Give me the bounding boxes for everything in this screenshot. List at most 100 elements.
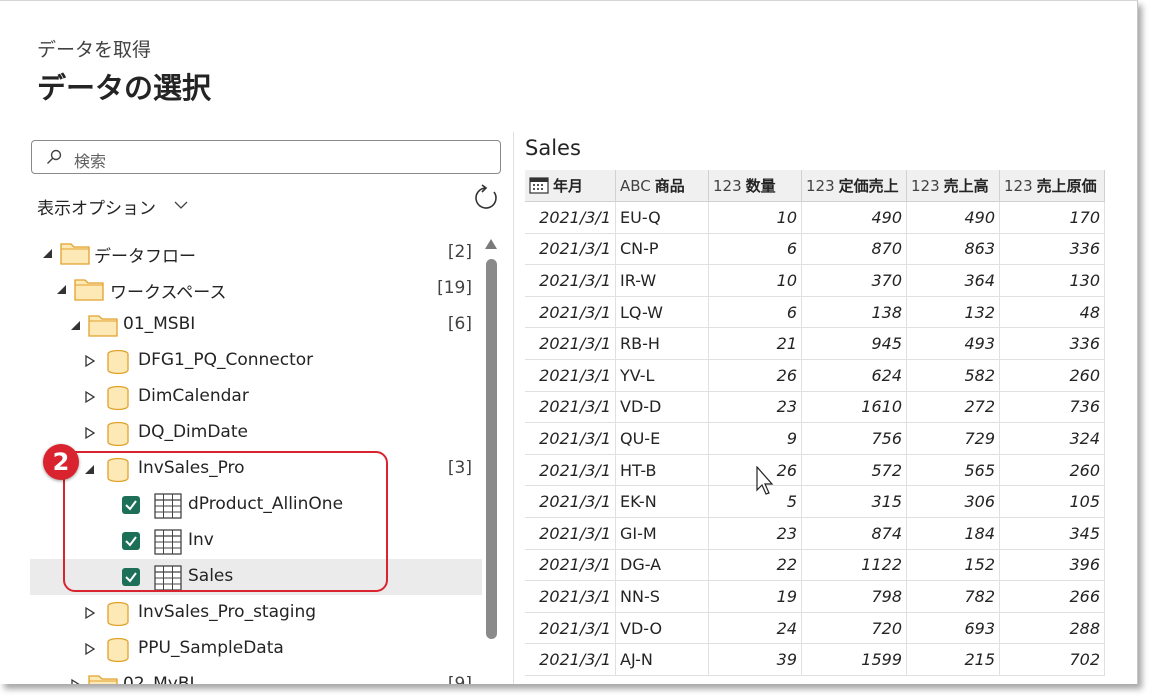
- expanded-caret-icon[interactable]: [70, 318, 82, 332]
- table-cell: 1122: [801, 549, 907, 582]
- table-row: 2021/3/1 LQ-W 6 138 132 48: [525, 296, 1105, 329]
- table-cell: 1599: [801, 643, 907, 676]
- collapsed-caret-icon[interactable]: [84, 354, 96, 368]
- table-cell: 720: [801, 612, 907, 645]
- table-cell: 582: [906, 359, 1000, 392]
- table-cell: 2021/3/1: [525, 391, 616, 424]
- table-cell: 26: [708, 359, 802, 392]
- table-cell: 2021/3/1: [525, 201, 616, 234]
- dialog-window: データを取得 データの選択 検索 表示オプション データフロー [2] ワークスペー…: [0, 0, 1138, 684]
- column-header-label: 商品: [654, 177, 685, 195]
- table-cell: 170: [999, 201, 1105, 234]
- tree-item[interactable]: ワークスペース [19]: [30, 271, 482, 307]
- table-cell: 2021/3/1: [525, 327, 616, 360]
- column-header[interactable]: ABC 商品: [615, 170, 709, 202]
- tree-item[interactable]: InvSales_Pro_staging: [30, 595, 482, 631]
- table-cell: 132: [906, 296, 1000, 329]
- table-cell: 493: [906, 327, 1000, 360]
- table-cell: 624: [801, 359, 907, 392]
- tree-item-count: [6]: [447, 314, 472, 334]
- tree-item[interactable]: DFG1_PQ_Connector: [30, 343, 482, 379]
- expanded-caret-icon[interactable]: [42, 246, 54, 260]
- table-cell: IR-W: [615, 264, 709, 297]
- column-header-label: 売上高: [943, 177, 989, 195]
- table-cell: 23: [708, 517, 802, 550]
- table-cell: 874: [801, 517, 907, 550]
- column-header[interactable]: 123 売上原価: [999, 170, 1105, 202]
- tree-item[interactable]: 02_MyBI [9]: [30, 667, 482, 684]
- table-cell: 2021/3/1: [525, 296, 616, 329]
- table-cell: HT-B: [615, 454, 709, 487]
- tree-item[interactable]: 01_MSBI [6]: [30, 307, 482, 343]
- table-cell: CN-P: [615, 233, 709, 266]
- collapsed-caret-icon[interactable]: [70, 678, 82, 684]
- table-cell: 693: [906, 612, 1000, 645]
- table-cell: 736: [999, 391, 1105, 424]
- table-row: 2021/3/1 RB-H 21 945 493 336: [525, 327, 1105, 360]
- database-icon: [106, 349, 130, 380]
- table-cell: 184: [906, 517, 1000, 550]
- table-cell: 490: [906, 201, 1000, 234]
- table-cell: 336: [999, 233, 1105, 266]
- table-cell: 152: [906, 549, 1000, 582]
- table-row: 2021/3/1 NN-S 19 798 782 266: [525, 580, 1105, 613]
- table-cell: 260: [999, 454, 1105, 487]
- search-input[interactable]: 検索: [31, 140, 501, 174]
- expanded-caret-icon[interactable]: [56, 282, 68, 296]
- scrollbar-thumb[interactable]: [486, 259, 497, 639]
- table-row: 2021/3/1 YV-L 26 624 582 260: [525, 359, 1105, 392]
- collapsed-caret-icon[interactable]: [84, 642, 96, 656]
- scroll-up-icon[interactable]: [484, 238, 498, 250]
- tree-item-label: InvSales_Pro_staging: [138, 602, 317, 622]
- column-header-label: 年月: [553, 177, 584, 195]
- table-cell: GI-M: [615, 517, 709, 550]
- folder-icon: [88, 313, 118, 342]
- table-cell: 315: [801, 485, 907, 518]
- tree-item-count: [19]: [437, 278, 472, 298]
- column-header[interactable]: 123 数量: [708, 170, 802, 202]
- table-row: 2021/3/1 HT-B 26 572 565 260: [525, 454, 1105, 487]
- tree-item[interactable]: PPU_SampleData: [30, 631, 482, 667]
- text-type-icon: ABC: [620, 177, 651, 195]
- tree-item-label: DimCalendar: [138, 386, 249, 406]
- table-cell: YV-L: [615, 359, 709, 392]
- tree-item[interactable]: DQ_DimDate: [30, 415, 482, 451]
- tree-item-label: データフロー: [94, 247, 196, 267]
- table-cell: 863: [906, 233, 1000, 266]
- table-cell: 2021/3/1: [525, 359, 616, 392]
- table-cell: 336: [999, 327, 1105, 360]
- display-options-button[interactable]: 表示オプション: [37, 194, 156, 219]
- collapsed-caret-icon[interactable]: [84, 390, 96, 404]
- table-cell: 9: [708, 422, 802, 455]
- tree-item-label: 02_MyBI: [123, 674, 195, 684]
- column-header[interactable]: 123 定価売上: [801, 170, 907, 202]
- table-cell: 2021/3/1: [525, 517, 616, 550]
- column-header-label: 定価売上: [838, 177, 899, 195]
- collapsed-caret-icon[interactable]: [84, 426, 96, 440]
- table-cell: 370: [801, 264, 907, 297]
- refresh-icon[interactable]: [472, 184, 500, 212]
- table-cell: 130: [999, 264, 1105, 297]
- table-cell: 24: [708, 612, 802, 645]
- table-cell: 288: [999, 612, 1105, 645]
- table-cell: 798: [801, 580, 907, 613]
- number-type-icon: 123: [1004, 177, 1033, 195]
- database-icon: [106, 637, 130, 668]
- table-cell: 945: [801, 327, 907, 360]
- table-cell: 215: [906, 643, 1000, 676]
- page-title: データの選択: [37, 71, 212, 105]
- table-cell: EK-N: [615, 485, 709, 518]
- tree-item[interactable]: DimCalendar: [30, 379, 482, 415]
- tree-item[interactable]: データフロー [2]: [30, 235, 482, 271]
- table-cell: 2021/3/1: [525, 549, 616, 582]
- table-cell: 272: [906, 391, 1000, 424]
- table-cell: 324: [999, 422, 1105, 455]
- table-cell: NN-S: [615, 580, 709, 613]
- column-header[interactable]: 年月: [525, 170, 616, 202]
- tree-item-count: [9]: [447, 674, 472, 684]
- collapsed-caret-icon[interactable]: [84, 606, 96, 620]
- chevron-down-icon[interactable]: [174, 198, 188, 212]
- table-cell: 2021/3/1: [525, 643, 616, 676]
- column-header-label: 売上原価: [1036, 177, 1097, 195]
- column-header[interactable]: 123 売上高: [906, 170, 1000, 202]
